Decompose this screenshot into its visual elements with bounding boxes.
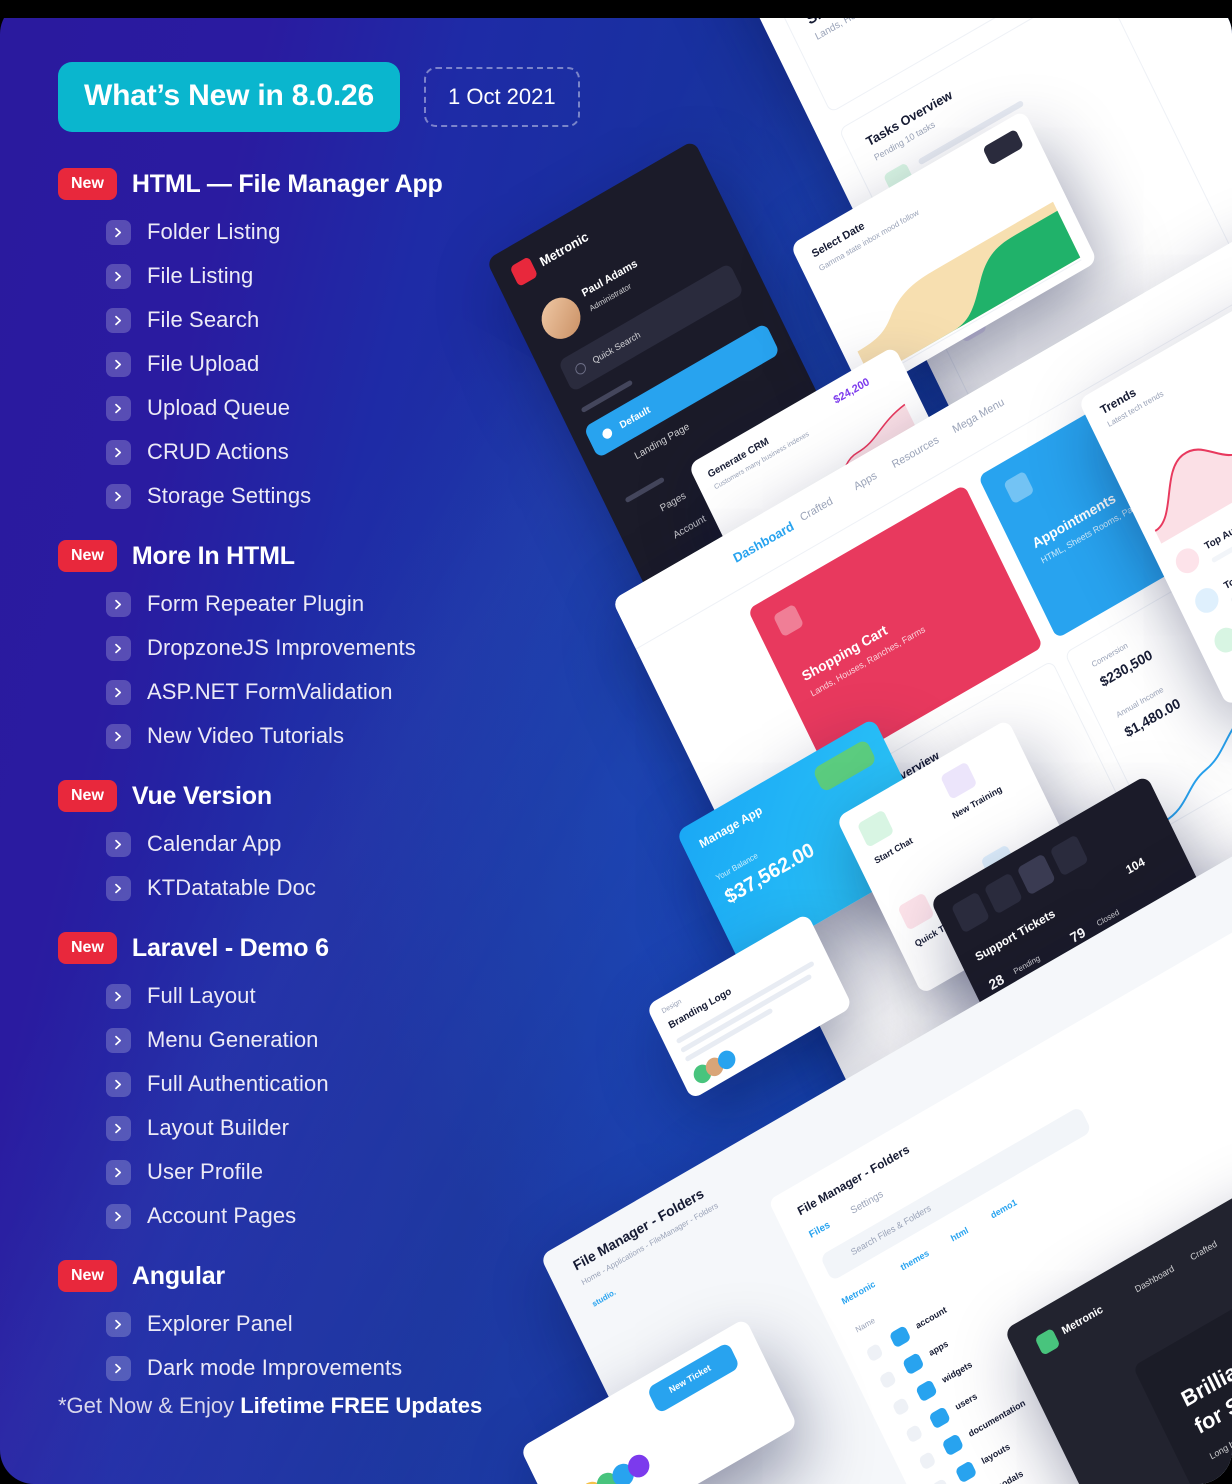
feature-item[interactable]: Upload Queue bbox=[58, 386, 598, 430]
feature-item[interactable]: Explorer Panel bbox=[58, 1302, 598, 1346]
feature-item-label: Dark mode Improvements bbox=[147, 1355, 403, 1380]
chevron-right-icon bbox=[106, 723, 131, 749]
section-header: New Angular bbox=[58, 1252, 598, 1300]
chevron-right-icon bbox=[106, 679, 131, 705]
feature-item[interactable]: Full Layout bbox=[58, 974, 598, 1018]
feature-item[interactable]: File Search bbox=[58, 298, 598, 342]
section-header: New More In HTML bbox=[58, 532, 598, 580]
feature-item[interactable]: ASP.NET FormValidation bbox=[58, 670, 598, 714]
feature-item[interactable]: Account Pages bbox=[58, 1194, 598, 1238]
card-label: Design bbox=[660, 998, 683, 1016]
chevron-right-icon bbox=[106, 307, 131, 333]
new-badge: New bbox=[58, 780, 117, 812]
footer-strong: Lifetime FREE Updates bbox=[240, 1393, 483, 1418]
feature-item[interactable]: Layout Builder bbox=[58, 1106, 598, 1150]
feature-item-label: Folder Listing bbox=[147, 219, 281, 244]
chevron-right-icon bbox=[106, 1355, 131, 1381]
section-title: Laravel - Demo 6 bbox=[131, 933, 329, 962]
chevron-right-icon bbox=[106, 1071, 131, 1097]
chevron-right-icon bbox=[106, 591, 131, 617]
section-title: Angular bbox=[131, 1261, 225, 1290]
card-title: Manage App bbox=[696, 802, 765, 852]
footer-prefix: *Get Now & Enjoy bbox=[58, 1393, 241, 1418]
chevron-right-icon bbox=[106, 1027, 131, 1053]
chevron-right-icon bbox=[106, 483, 131, 509]
nav-item: Crafted bbox=[1188, 1238, 1219, 1263]
chevron-right-icon bbox=[106, 263, 131, 289]
feature-item-label: KTDatatable Doc bbox=[147, 875, 317, 900]
chevron-right-icon bbox=[106, 219, 131, 245]
trend-item: Top Sales bbox=[1222, 559, 1232, 593]
chevron-right-icon bbox=[106, 875, 131, 901]
chevron-right-icon bbox=[106, 1203, 131, 1229]
feature-item[interactable]: Folder Listing bbox=[58, 210, 598, 254]
menu-item: Account bbox=[671, 513, 708, 542]
chevron-right-icon bbox=[106, 439, 131, 465]
feature-item[interactable]: File Upload bbox=[58, 342, 598, 386]
section-header: New Vue Version bbox=[58, 772, 598, 820]
page-title: What’s New in 8.0.26 bbox=[58, 62, 400, 132]
brand-name: Metronic bbox=[1060, 1303, 1105, 1338]
section-title: Vue Version bbox=[131, 781, 272, 810]
feature-item-label: Calendar App bbox=[147, 831, 282, 856]
balance-value: $37,562.00 bbox=[721, 838, 818, 909]
feature-item[interactable]: Form Repeater Plugin bbox=[58, 582, 598, 626]
release-date: 1 Oct 2021 bbox=[423, 67, 580, 127]
new-badge: New bbox=[58, 1260, 117, 1292]
feature-item[interactable]: File Listing bbox=[58, 254, 598, 298]
feature-list-panel: What’s New in 8.0.26 1 Oct 2021 New HTML … bbox=[0, 0, 600, 1484]
feature-item[interactable]: KTDatatable Doc bbox=[58, 866, 598, 910]
nav-item: Dashboard bbox=[1133, 1263, 1176, 1295]
header-row: What’s New in 8.0.26 1 Oct 2021 bbox=[58, 62, 580, 132]
section-title: More In HTML bbox=[131, 541, 295, 570]
feature-item-label: Menu Generation bbox=[147, 1027, 319, 1052]
feature-item[interactable]: CRUD Actions bbox=[58, 430, 598, 474]
feature-item[interactable]: Calendar App bbox=[58, 822, 598, 866]
feature-item[interactable]: Dark mode Improvements bbox=[58, 1346, 598, 1390]
feature-item-label: User Profile bbox=[147, 1159, 264, 1184]
feature-item[interactable]: New Video Tutorials bbox=[58, 714, 598, 758]
feature-item-label: File Listing bbox=[147, 263, 254, 288]
chevron-right-icon bbox=[106, 1311, 131, 1337]
feature-item[interactable]: Menu Generation bbox=[58, 1018, 598, 1062]
feature-item-label: Account Pages bbox=[147, 1203, 297, 1228]
crm-value: $24,200 bbox=[831, 375, 872, 407]
feature-item[interactable]: Storage Settings bbox=[58, 474, 598, 518]
chevron-right-icon bbox=[106, 1159, 131, 1185]
feature-item-label: CRUD Actions bbox=[147, 439, 289, 464]
feature-item-label: Explorer Panel bbox=[147, 1311, 293, 1336]
chevron-right-icon bbox=[106, 831, 131, 857]
feature-item-label: Full Layout bbox=[147, 983, 256, 1008]
chevron-right-icon bbox=[106, 1115, 131, 1141]
feature-item-label: New Video Tutorials bbox=[147, 723, 345, 748]
new-badge: New bbox=[58, 932, 117, 964]
sections-list: New HTML — File Manager App Folder Listing… bbox=[58, 160, 598, 1390]
section-title: HTML — File Manager App bbox=[131, 169, 443, 198]
release-banner: Dashboard Home - Default Shopping Cart L… bbox=[0, 0, 1232, 1484]
footer-note: *Get Now & Enjoy Lifetime FREE Updates bbox=[58, 1393, 482, 1419]
feature-item-label: ASP.NET FormValidation bbox=[147, 679, 393, 704]
feature-item-label: File Search bbox=[147, 307, 260, 332]
feature-item-label: Storage Settings bbox=[147, 483, 312, 508]
new-badge: New bbox=[58, 540, 117, 572]
chevron-right-icon bbox=[106, 351, 131, 377]
feature-item[interactable]: Full Authentication bbox=[58, 1062, 598, 1106]
menu-item: Pages bbox=[658, 490, 688, 515]
feature-item[interactable]: User Profile bbox=[58, 1150, 598, 1194]
new-badge: New bbox=[58, 168, 117, 200]
chevron-right-icon bbox=[106, 635, 131, 661]
feature-item[interactable]: DropzoneJS Improvements bbox=[58, 626, 598, 670]
feature-item-label: Full Authentication bbox=[147, 1071, 329, 1096]
feature-item-label: Layout Builder bbox=[147, 1115, 290, 1140]
trend-item: Top Authors bbox=[1203, 513, 1232, 553]
feature-item-label: File Upload bbox=[147, 351, 260, 376]
chevron-right-icon bbox=[106, 983, 131, 1009]
feature-item-label: DropzoneJS Improvements bbox=[147, 635, 416, 660]
chevron-right-icon bbox=[106, 395, 131, 421]
ticket-total: 104 bbox=[1123, 854, 1148, 878]
feature-item-label: Upload Queue bbox=[147, 395, 291, 420]
feature-item-label: Form Repeater Plugin bbox=[147, 591, 365, 616]
section-header: New HTML — File Manager App bbox=[58, 160, 598, 208]
section-header: New Laravel - Demo 6 bbox=[58, 924, 598, 972]
